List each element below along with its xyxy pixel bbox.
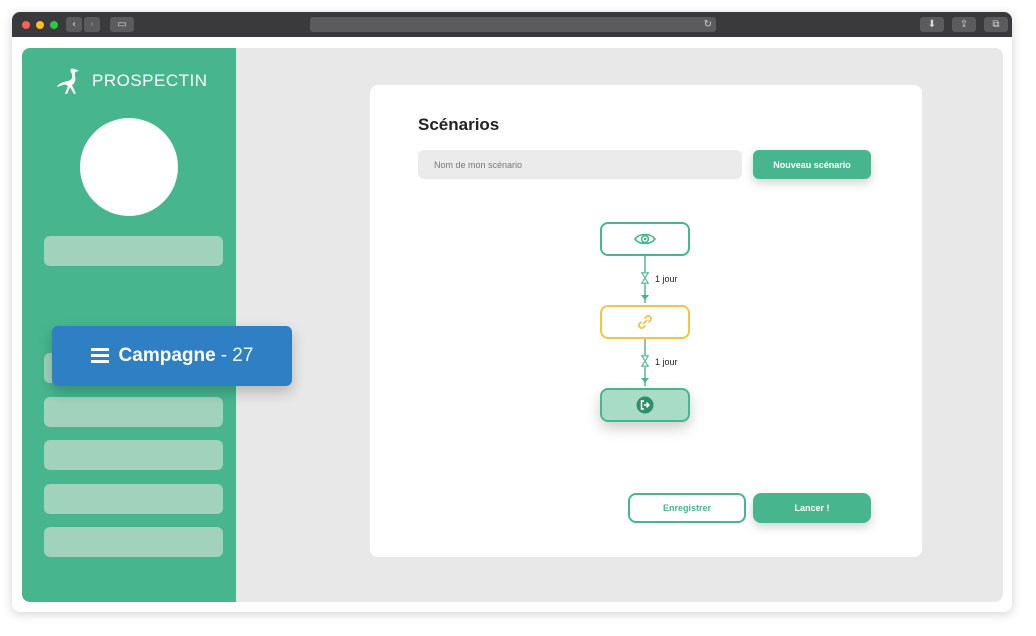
sidebar-item-placeholder-6[interactable]	[44, 527, 223, 557]
ostrich-logo-icon	[57, 68, 79, 94]
scenario-step-visit[interactable]	[600, 222, 690, 256]
browser-titlebar: ‹ › ▭ ↻ ⬇ ⇪ ⧉	[12, 12, 1012, 37]
hourglass-icon	[640, 272, 650, 284]
address-bar[interactable]: ↻	[310, 17, 716, 32]
minimize-window-button[interactable]	[36, 21, 44, 29]
sidebar-item-campagne[interactable]: Campagne - 27	[52, 326, 292, 386]
scenario-step-end[interactable]	[600, 388, 690, 422]
hamburger-menu-icon	[90, 348, 109, 364]
campaign-count: - 27	[220, 345, 254, 366]
scenario-card: Scénarios Nouveau scénario 1 jour	[370, 85, 922, 557]
sidebar-item-placeholder-1[interactable]	[44, 236, 223, 266]
arrow-down-icon	[641, 378, 649, 383]
share-icon[interactable]: ⇪	[952, 17, 976, 32]
launch-button[interactable]: Lancer !	[753, 493, 871, 523]
sidebar-toggle-icon[interactable]: ▭	[110, 17, 134, 32]
delay-label: 1 jour	[655, 274, 678, 284]
user-avatar[interactable]	[80, 118, 178, 216]
new-scenario-button[interactable]: Nouveau scénario	[753, 150, 871, 179]
browser-window: ‹ › ▭ ↻ ⬇ ⇪ ⧉ PROSPECTIN Scénarios Nom d…	[12, 12, 1012, 612]
close-window-button[interactable]	[22, 21, 30, 29]
app-logo[interactable]: PROSPECTIN	[54, 66, 208, 96]
sidebar-item-placeholder-5[interactable]	[44, 484, 223, 514]
tabs-overview-icon[interactable]: ⧉	[984, 17, 1008, 32]
back-arrow-icon[interactable]: ‹	[66, 17, 82, 32]
sidebar-item-placeholder-3[interactable]	[44, 397, 223, 427]
scenario-name-input[interactable]	[418, 150, 742, 179]
exit-icon	[636, 396, 654, 414]
forward-arrow-icon[interactable]: ›	[84, 17, 100, 32]
arrow-down-icon	[641, 295, 649, 300]
link-icon	[638, 315, 652, 329]
app-content: PROSPECTIN Scénarios Nouveau scénario	[22, 48, 1003, 602]
eye-icon	[634, 233, 656, 245]
maximize-window-button[interactable]	[50, 21, 58, 29]
campaign-label: Campagne	[118, 345, 216, 366]
delay-label: 1 jour	[655, 357, 678, 367]
save-button[interactable]: Enregistrer	[628, 493, 746, 523]
logo-text: PROSPECTIN	[92, 71, 208, 90]
sidebar-item-placeholder-4[interactable]	[44, 440, 223, 470]
scenario-step-connect[interactable]	[600, 305, 690, 339]
sidebar: PROSPECTIN	[22, 48, 236, 602]
download-icon[interactable]: ⬇	[920, 17, 944, 32]
page-title: Scénarios	[418, 115, 500, 134]
hourglass-icon	[640, 355, 650, 367]
reload-icon[interactable]: ↻	[704, 17, 712, 32]
